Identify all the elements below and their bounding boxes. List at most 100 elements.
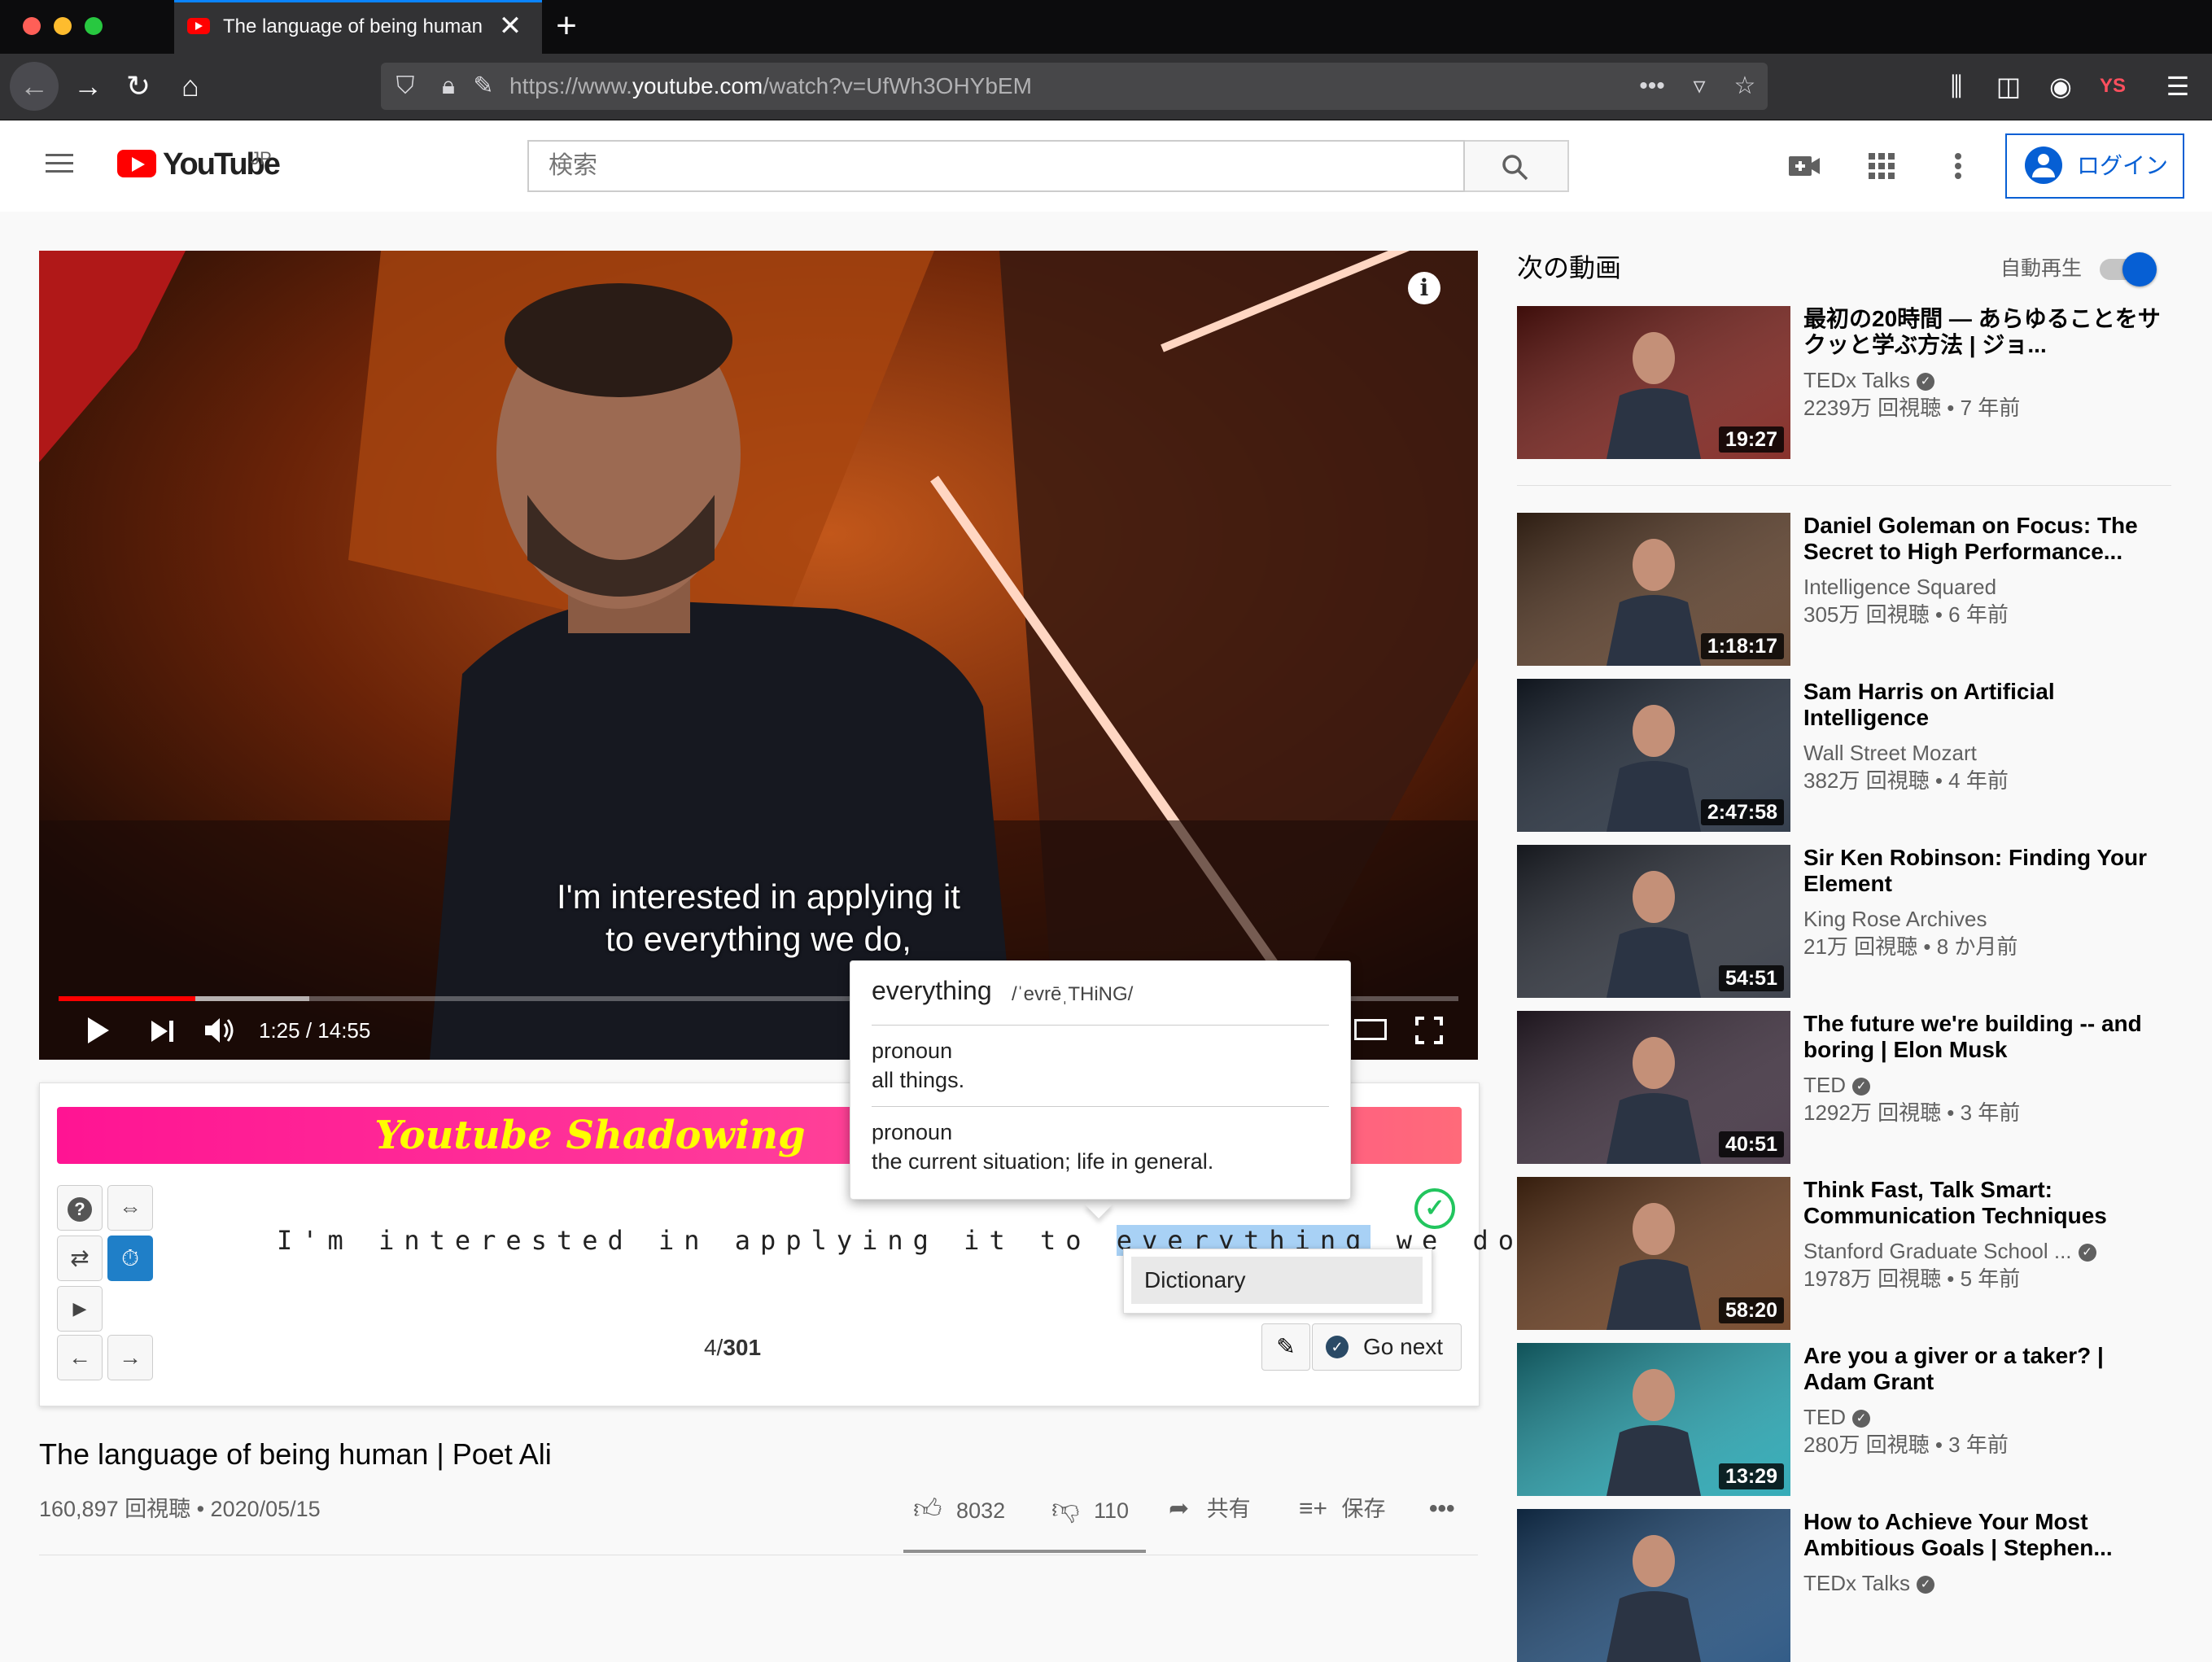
channel-name: Intelligence Squared	[1803, 575, 1997, 599]
video-duration-badge: 58:20	[1719, 1297, 1784, 1323]
related-video-title[interactable]: Think Fast, Talk Smart: Communication Te…	[1803, 1177, 2162, 1229]
channel-name: King Rose Archives	[1803, 907, 1987, 931]
back-arrow-icon[interactable]: ←	[10, 62, 59, 111]
new-tab-button[interactable]: +	[550, 8, 583, 44]
video-thumbnail[interactable]: 19:27	[1517, 306, 1790, 459]
account-icon[interactable]: ◉	[2043, 68, 2079, 104]
video-thumbnail[interactable]: 40:51	[1517, 1011, 1790, 1164]
check-circle-icon[interactable]: ✓	[1414, 1188, 1455, 1229]
create-video-icon[interactable]	[1787, 151, 1821, 181]
like-button[interactable]: 👍︎ 8032	[913, 1493, 1005, 1525]
thumbs-down-icon: 👎︎	[1051, 1494, 1080, 1524]
permissions-icon[interactable]: ✎	[469, 72, 498, 101]
edit-pencil-icon[interactable]: ✎	[1261, 1323, 1310, 1371]
related-video-stats: 305万 回視聴 • 6 年前	[1803, 602, 2009, 627]
related-video-title[interactable]: How to Achieve Your Most Ambitious Goals…	[1803, 1509, 2162, 1561]
fullscreen-icon[interactable]	[1414, 1016, 1444, 1045]
hamburger-menu-icon[interactable]	[39, 143, 80, 184]
related-video-channel[interactable]: Intelligence Squared	[1803, 573, 1996, 601]
window-minimize-button[interactable]	[54, 17, 72, 35]
video-thumbnail[interactable]: 2:47:58	[1517, 679, 1790, 832]
help-icon[interactable]: ?	[57, 1185, 103, 1231]
next-video-icon[interactable]	[150, 1019, 176, 1043]
related-video-title[interactable]: Sir Ken Robinson: Finding Your Element	[1803, 845, 2162, 897]
autoplay-label: 自動再生	[2000, 257, 2083, 280]
more-actions-icon[interactable]: •••	[1429, 1493, 1455, 1525]
sentence-counter: 4/301	[703, 1335, 762, 1360]
related-video-title[interactable]: Sam Harris on Artificial Intelligence	[1803, 679, 2162, 731]
pocket-icon[interactable]: ▿	[1683, 72, 1716, 101]
dislike-button[interactable]: 👎︎ 110	[1051, 1493, 1129, 1525]
up-next-heading: 次の動画	[1517, 253, 1622, 282]
share-button[interactable]: ➦ 共有	[1169, 1493, 1251, 1525]
related-video-channel[interactable]: TEDx Talks ✓	[1803, 366, 1934, 394]
volume-icon[interactable]	[203, 1016, 238, 1045]
time-display: 1:25 / 14:55	[259, 1018, 371, 1043]
video-title: The language of being human | Poet Ali	[39, 1437, 552, 1471]
tracking-shield-icon[interactable]: ⛉	[391, 72, 420, 101]
dislike-count: 110	[1094, 1498, 1130, 1523]
video-thumbnail[interactable]: 54:51	[1517, 845, 1790, 998]
window-close-button[interactable]	[23, 17, 41, 35]
related-video-title[interactable]: Daniel Goleman on Focus: The Secret to H…	[1803, 513, 2162, 565]
search-button[interactable]	[1465, 140, 1569, 192]
share-label: 共有	[1206, 1497, 1251, 1521]
app-menu-icon[interactable]: ☰	[2160, 68, 2196, 104]
related-video-channel[interactable]: King Rose Archives	[1803, 905, 1987, 933]
sidebar-toggle-icon[interactable]: ◫	[1991, 68, 2026, 104]
play-sentence-icon[interactable]: ▶	[57, 1286, 103, 1332]
video-thumbnail[interactable]: 13:29	[1517, 1343, 1790, 1496]
related-video-title[interactable]: Are you a giver or a taker? | Adam Grant	[1803, 1343, 2162, 1395]
search-input[interactable]	[527, 140, 1465, 192]
related-video-channel[interactable]: TED ✓	[1803, 1071, 1870, 1099]
channel-name: TED	[1803, 1073, 1846, 1097]
bookmark-star-icon[interactable]: ☆	[1729, 72, 1761, 101]
related-video-channel[interactable]: Wall Street Mozart	[1803, 739, 1977, 767]
apps-grid-icon[interactable]	[1867, 151, 1896, 181]
play-icon[interactable]	[85, 1016, 111, 1045]
window-zoom-button[interactable]	[85, 17, 103, 35]
video-thumbnail[interactable]	[1517, 1509, 1790, 1662]
video-duration-badge: 40:51	[1719, 1131, 1784, 1157]
lock-icon[interactable]: 🔒︎	[436, 72, 461, 101]
video-thumbnail[interactable]: 58:20	[1517, 1177, 1790, 1330]
dictionary-pos-2: pronoun	[872, 1120, 953, 1144]
channel-name: Wall Street Mozart	[1803, 741, 1977, 765]
forward-arrow-icon[interactable]: →	[65, 63, 111, 109]
theater-mode-icon[interactable]	[1354, 1019, 1387, 1040]
verified-badge-icon: ✓	[1852, 1410, 1870, 1428]
info-icon[interactable]: i	[1408, 272, 1440, 304]
related-video-title[interactable]: The future we're building -- and boring …	[1803, 1011, 2162, 1063]
extension-ys-icon[interactable]: YS	[2095, 68, 2131, 104]
related-video-channel[interactable]: Stanford Graduate School ... ✓	[1803, 1237, 2096, 1265]
expand-horizontal-icon[interactable]: ⇔	[107, 1185, 153, 1231]
dictionary-phonetic: /ˈevrēˌTHiNG/	[1012, 983, 1134, 1005]
previous-sentence-icon[interactable]: ←	[57, 1335, 103, 1380]
tab-title: The language of being human |	[223, 15, 483, 37]
video-thumbnail[interactable]: 1:18:17	[1517, 513, 1790, 666]
tab-close-icon[interactable]: ✕	[498, 11, 522, 41]
repeat-icon[interactable]: ⇄	[57, 1236, 103, 1281]
page-actions-icon[interactable]: •••	[1636, 72, 1668, 101]
more-vertical-icon[interactable]	[1947, 150, 1969, 182]
channel-name: TEDx Talks	[1803, 368, 1910, 392]
timer-icon[interactable]: ⏱	[107, 1236, 153, 1281]
search-icon	[1502, 155, 1528, 181]
related-video-channel[interactable]: TED ✓	[1803, 1403, 1870, 1431]
reload-icon[interactable]: ↻	[116, 63, 161, 109]
channel-name: Stanford Graduate School ...	[1803, 1239, 2072, 1263]
go-next-button[interactable]: ✓ Go next	[1312, 1323, 1462, 1371]
url-text[interactable]: https://www.youtube.com/watch?v=UfWh3OHY…	[509, 72, 1242, 101]
save-button[interactable]: ≡+ 保存	[1299, 1493, 1386, 1525]
autoplay-toggle-knob[interactable]	[2122, 252, 2157, 286]
related-video-channel[interactable]: TEDx Talks ✓	[1803, 1569, 1934, 1597]
next-sentence-icon[interactable]: →	[107, 1335, 153, 1380]
library-icon[interactable]: ⫼	[1939, 68, 1974, 104]
related-video-stats: 1978万 回視聴 • 5 年前	[1803, 1266, 2021, 1291]
dictionary-pos-1: pronoun	[872, 1039, 953, 1063]
home-icon[interactable]: ⌂	[168, 63, 213, 109]
context-menu-item-dictionary[interactable]: Dictionary	[1131, 1257, 1423, 1304]
video-duration-badge: 1:18:17	[1700, 633, 1784, 659]
verified-badge-icon: ✓	[1917, 373, 1934, 391]
related-video-title[interactable]: 最初の20時間 — あらゆることをサクッと学ぶ方法 | ジョ...	[1803, 306, 2162, 358]
